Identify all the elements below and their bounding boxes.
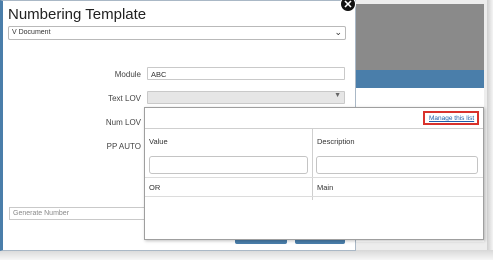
lov-popup: Manage this list Value Description OR Ma… bbox=[144, 107, 484, 240]
value-filter-input[interactable] bbox=[149, 156, 308, 174]
caret-down-icon: ▼ bbox=[334, 92, 341, 99]
column-header-value[interactable]: Value bbox=[149, 137, 168, 146]
template-select[interactable]: V Document ⌄ bbox=[8, 26, 346, 40]
background-overlay bbox=[354, 4, 484, 70]
background-header-bar bbox=[354, 70, 484, 88]
manage-list-link[interactable]: Manage this list bbox=[429, 115, 474, 122]
template-select-value: V Document bbox=[12, 29, 51, 36]
description-filter-input[interactable] bbox=[316, 156, 478, 174]
row-divider bbox=[145, 177, 483, 178]
row-description[interactable]: Main bbox=[317, 183, 333, 192]
generate-number-placeholder: Generate Number bbox=[13, 210, 70, 217]
generate-number-input[interactable]: Generate Number bbox=[9, 207, 149, 220]
frame-bottom-shadow bbox=[0, 250, 493, 260]
module-value: ABC bbox=[151, 70, 167, 79]
column-header-description[interactable]: Description bbox=[317, 137, 355, 146]
frame-shadow bbox=[487, 0, 493, 260]
text-lov-label: Text LOV bbox=[108, 94, 141, 103]
module-field[interactable]: ABC bbox=[147, 67, 345, 80]
chevron-down-icon: ⌄ bbox=[334, 27, 342, 37]
column-divider bbox=[312, 128, 313, 200]
module-label: Module bbox=[114, 70, 141, 79]
pp-auto-label: PP AUTO bbox=[106, 142, 141, 151]
row-value[interactable]: OR bbox=[149, 183, 160, 192]
text-lov-select[interactable]: ▼ bbox=[147, 91, 345, 104]
popup-divider bbox=[145, 128, 483, 129]
dialog-title: Numbering Template bbox=[8, 6, 147, 23]
num-lov-label: Num LOV bbox=[105, 118, 141, 127]
row-divider bbox=[145, 196, 483, 197]
manage-list-highlight: Manage this list bbox=[423, 111, 479, 125]
